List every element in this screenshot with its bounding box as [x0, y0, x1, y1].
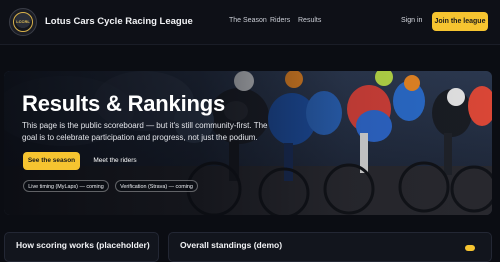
standings-card-title: Overall standings (demo)	[180, 240, 283, 250]
hero-banner: Results & Rankings This page is the publ…	[4, 71, 492, 215]
nav-link-season[interactable]: The Season	[229, 17, 267, 24]
nav-link-riders[interactable]: Riders	[270, 17, 290, 24]
standings-badge	[465, 245, 475, 251]
league-logo[interactable]: LCCRL	[9, 8, 37, 36]
logo-badge-icon: LCCRL	[13, 12, 33, 32]
page-title: Results & Rankings	[22, 91, 226, 116]
scoring-card-title: How scoring works (placeholder)	[16, 240, 150, 250]
join-league-button[interactable]: Join the league	[432, 12, 488, 31]
meet-riders-button[interactable]: Meet the riders	[89, 152, 141, 170]
nav-link-results[interactable]: Results	[298, 17, 321, 24]
scoring-card: How scoring works (placeholder)	[4, 232, 159, 262]
hero-description: This page is the public scoreboard — but…	[22, 121, 268, 142]
see-season-button[interactable]: See the season	[23, 152, 80, 170]
standings-card: Overall standings (demo)	[168, 232, 492, 262]
verification-chip: Verification (Strava) — coming	[115, 180, 198, 192]
live-timing-chip: Live timing (MyLaps) — coming	[23, 180, 109, 192]
brand-name[interactable]: Lotus Cars Cycle Racing League	[45, 16, 193, 27]
top-nav: LCCRL Lotus Cars Cycle Racing League The…	[0, 0, 500, 45]
sign-in-link[interactable]: Sign in	[401, 17, 422, 24]
